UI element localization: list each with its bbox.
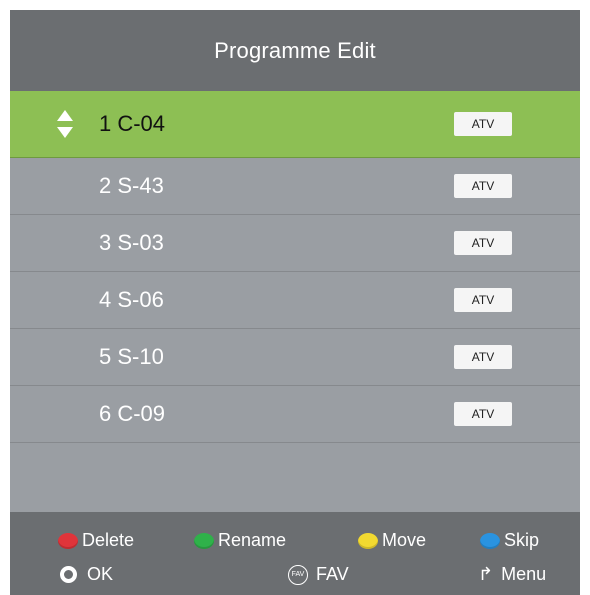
red-key-icon: [58, 532, 78, 549]
programme-name: 4 S-06: [99, 287, 164, 312]
fav-label: FAV: [316, 564, 349, 584]
programme-row-5[interactable]: 5 S-10 ATV: [10, 329, 580, 386]
move-label: Move: [382, 530, 427, 550]
menu-label: Menu: [501, 564, 547, 584]
programme-type-badge: ATV: [454, 174, 512, 198]
blue-key-icon: [480, 532, 500, 549]
fav-button-icon: FAV: [288, 564, 308, 585]
programme-row-3[interactable]: 3 S-03 ATV: [10, 215, 580, 272]
key-hint-bar: Delete Rename Move Skip OK FAV FAV ↰ Men…: [10, 512, 580, 595]
skip-label: Skip: [504, 530, 540, 550]
skip-hint[interactable]: Skip: [480, 530, 539, 551]
rename-hint[interactable]: Rename: [194, 530, 286, 551]
menu-return-icon: ↰: [478, 564, 494, 584]
ok-button-icon: [60, 566, 77, 583]
programme-type-badge: ATV: [454, 288, 512, 312]
yellow-key-icon: [358, 532, 378, 549]
rename-label: Rename: [218, 530, 287, 550]
programme-name: 5 S-10: [99, 344, 164, 369]
ok-label: OK: [87, 564, 114, 584]
programme-list: 1 C-04 ATV 2 S-43 ATV 3 S-03 ATV 4 S-06 …: [10, 91, 580, 513]
programme-name: 3 S-03: [99, 230, 164, 255]
programme-edit-panel: Programme Edit 1 C-04 ATV 2 S-43 ATV 3 S…: [10, 10, 580, 595]
programme-row-6[interactable]: 6 C-09 ATV: [10, 386, 580, 443]
programme-row-2[interactable]: 2 S-43 ATV: [10, 158, 580, 215]
programme-name: 6 C-09: [99, 401, 166, 426]
programme-name: 2 S-43: [99, 173, 164, 198]
programme-type-badge: ATV: [454, 231, 512, 255]
fav-hint[interactable]: FAV FAV: [288, 564, 349, 585]
up-down-arrows-icon: [57, 110, 73, 138]
delete-label: Delete: [82, 530, 135, 550]
ok-hint[interactable]: OK: [60, 564, 113, 585]
page-title: Programme Edit: [10, 10, 580, 91]
green-key-icon: [194, 532, 214, 549]
delete-hint[interactable]: Delete: [58, 530, 134, 551]
move-hint[interactable]: Move: [358, 530, 426, 551]
menu-hint[interactable]: ↰ Menu: [478, 564, 546, 585]
programme-row-4[interactable]: 4 S-06 ATV: [10, 272, 580, 329]
empty-row: [10, 443, 580, 513]
programme-row-1[interactable]: 1 C-04 ATV: [10, 91, 580, 158]
programme-type-badge: ATV: [454, 345, 512, 369]
programme-type-badge: ATV: [454, 112, 512, 136]
programme-name: 1 C-04: [99, 111, 166, 136]
programme-type-badge: ATV: [454, 402, 512, 426]
